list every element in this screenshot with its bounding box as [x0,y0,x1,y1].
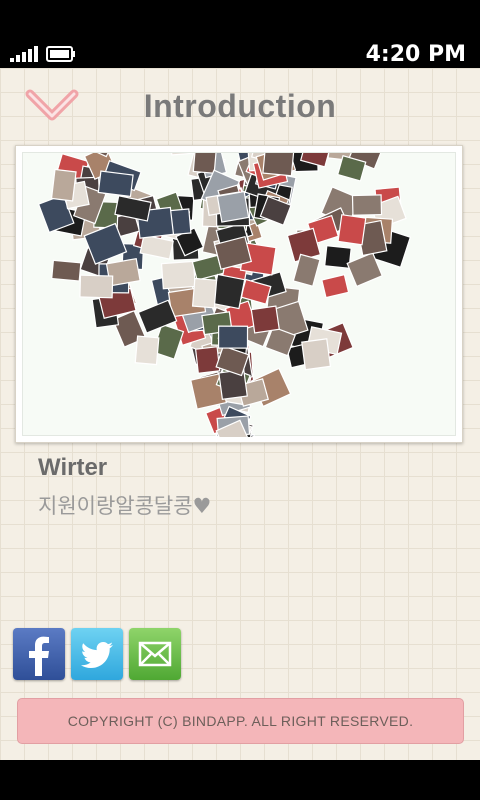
collage-photo-tile [51,259,82,282]
heart-photo-collage [37,153,412,437]
collage-photo-tile [250,305,280,334]
collage-photo-tile [321,273,350,299]
app-screen: Introduction Wirter 지원이랑알콩달콩♥ COPYRIGHT … [0,68,480,760]
status-clock: 4:20 PM [365,42,466,67]
status-bar: 4:20 PM [0,0,480,68]
collage-photo-tile [337,214,367,246]
collage-photo-tile [50,168,77,202]
collage-photo-tile [134,335,160,366]
twitter-icon [80,642,113,668]
writer-name: 지원이랑알콩달콩♥ [38,494,212,518]
collage-photo-tile [194,346,221,374]
heart-collage-image [22,152,456,437]
collage-photo-tile [211,273,246,310]
collage-tiles [37,153,412,437]
photo-card [15,145,463,443]
twitter-share-button[interactable] [71,628,123,680]
collage-photo-tile [217,325,249,349]
email-share-button[interactable] [129,628,181,680]
collage-photo-tile [216,190,250,223]
facebook-icon [29,636,49,676]
collage-photo-tile [262,153,295,177]
copyright-banner: COPYRIGHT (C) BINDAPP. ALL RIGHT RESERVE… [17,698,464,744]
collage-photo-tile [97,170,134,198]
collage-photo-tile [160,260,196,290]
bottom-bar [0,760,480,800]
collage-photo-tile [301,338,332,371]
page-title: Introduction [143,88,337,124]
signal-icon [10,46,38,62]
collage-photo-tile [139,234,174,260]
email-icon [138,641,172,667]
battery-icon [46,46,75,62]
collage-photo-tile [192,153,217,174]
facebook-share-button[interactable] [13,628,65,680]
writer-label: Wirter [38,454,108,481]
header: Introduction [0,68,480,144]
collage-photo-tile [218,368,248,401]
collage-photo-tile [191,277,218,309]
collage-photo-tile [79,274,114,299]
collage-photo-tile [351,194,383,216]
